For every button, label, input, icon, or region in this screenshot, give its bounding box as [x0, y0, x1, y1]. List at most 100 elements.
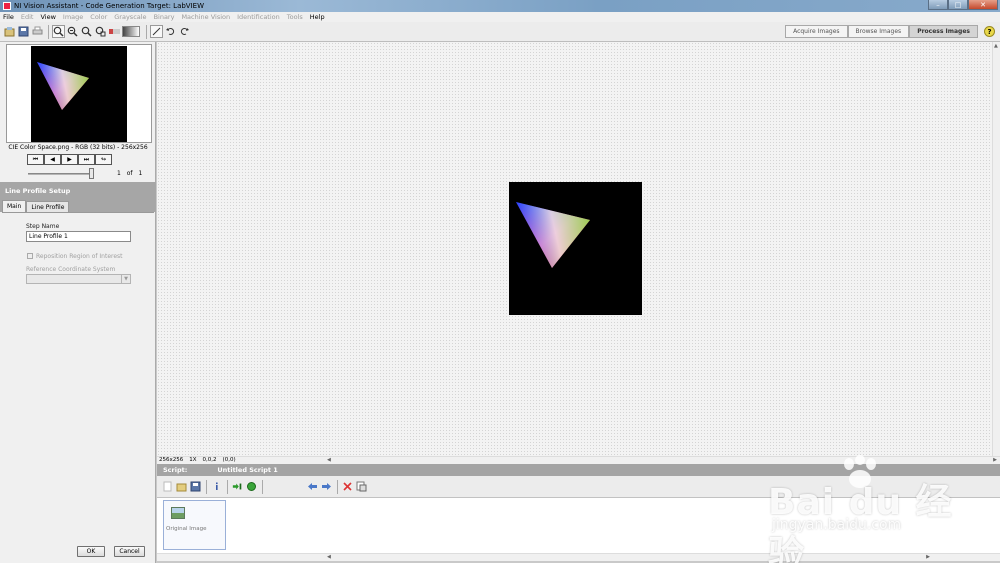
last-icon: ⏭ — [83, 155, 90, 163]
delete-step-icon[interactable] — [341, 480, 354, 493]
run-batch-icon[interactable] — [245, 480, 258, 493]
image-viewer[interactable]: ▲ — [157, 42, 1000, 456]
menu-view[interactable]: View — [40, 13, 55, 21]
image-slider-thumb[interactable] — [89, 168, 94, 179]
tab-acquire-images[interactable]: Acquire Images — [785, 25, 848, 38]
status-zoom: 1X — [189, 457, 197, 463]
previous-icon: ◀ — [50, 156, 55, 163]
ok-button[interactable]: OK — [77, 546, 105, 557]
cancel-button[interactable]: Cancel — [114, 546, 145, 557]
scroll-up-icon[interactable]: ▲ — [994, 43, 998, 49]
status-size: 256x256 — [159, 457, 184, 463]
move-step-left-icon[interactable] — [306, 480, 319, 493]
menu-image[interactable]: Image — [63, 13, 83, 21]
palette-icon[interactable] — [108, 25, 121, 38]
setup-tabs: Main Line Profile — [2, 200, 70, 212]
next-icon: ▶ — [67, 156, 72, 163]
scroll-left-icon[interactable]: ◀ — [327, 457, 331, 463]
print-icon[interactable] — [31, 25, 44, 38]
zoom-window-icon[interactable] — [94, 25, 107, 38]
window-controls: – □ ✕ — [928, 0, 998, 10]
image-slider-track[interactable] — [28, 173, 94, 175]
image-total: 1 — [138, 170, 143, 177]
viewer-vertical-scrollbar[interactable]: ▲ — [992, 42, 1000, 456]
previous-image-button[interactable]: ◀ — [44, 154, 61, 165]
save-script-icon[interactable] — [189, 480, 202, 493]
tab-browse-images[interactable]: Browse Images — [847, 25, 910, 38]
first-image-button[interactable]: ⏮ — [27, 154, 44, 165]
menu-color[interactable]: Color — [90, 13, 107, 21]
ref-coord-label: Reference Coordinate System — [26, 266, 116, 273]
main-toolbar: Acquire Images Browse Images Process Ima… — [0, 22, 1000, 42]
line-tool-icon[interactable] — [150, 25, 163, 38]
script-name: Untitled Script 1 — [217, 466, 278, 474]
title-bar: NI Vision Assistant - Code Generation Ta… — [0, 0, 1000, 12]
next-image-button[interactable]: ▶ — [61, 154, 78, 165]
new-script-icon[interactable] — [161, 480, 174, 493]
watermark-url: jingyan.baidu.com — [772, 517, 902, 533]
image-icon — [171, 507, 185, 519]
status-coords: (0,0) — [222, 457, 236, 463]
setup-tab-body: Step Name Line Profile 1 Reposition Regi… — [2, 212, 154, 522]
script-label: Script: — [163, 466, 188, 474]
first-icon: ⏮ — [32, 155, 39, 163]
toolbar-separator — [337, 479, 338, 494]
redo-icon[interactable] — [178, 25, 191, 38]
last-image-button[interactable]: ⏭ — [78, 154, 95, 165]
save-image-icon[interactable] — [17, 25, 30, 38]
image-status-bar: 256x256 1X 0,0,2 (0,0) — [157, 456, 242, 464]
undo-icon[interactable] — [164, 25, 177, 38]
close-button[interactable]: ✕ — [968, 0, 998, 10]
grayscale-palette-icon[interactable] — [122, 26, 140, 37]
mode-tabs: Acquire Images Browse Images Process Ima… — [785, 25, 978, 38]
menu-edit[interactable]: Edit — [21, 13, 34, 21]
toolbar-separator — [262, 479, 263, 494]
menu-grayscale[interactable]: Grayscale — [114, 13, 146, 21]
info-icon[interactable] — [210, 480, 223, 493]
scroll-left-icon[interactable]: ◀ — [327, 554, 331, 560]
menu-binary[interactable]: Binary — [154, 13, 175, 21]
toolbar-separator — [206, 479, 207, 494]
script-properties-icon[interactable] — [355, 480, 368, 493]
toolbar-separator — [48, 24, 49, 39]
menu-bar: File Edit View Image Color Grayscale Bin… — [0, 12, 1000, 22]
image-current: 1 — [117, 170, 121, 177]
open-image-icon[interactable] — [3, 25, 16, 38]
menu-identification[interactable]: Identification — [237, 13, 280, 21]
menu-help[interactable]: Help — [310, 13, 325, 21]
image-of: of — [126, 170, 133, 177]
ref-coord-dropdown[interactable]: ▼ — [26, 274, 131, 284]
main-image[interactable] — [509, 182, 642, 315]
tab-process-images[interactable]: Process Images — [909, 25, 978, 38]
move-step-right-icon[interactable] — [320, 480, 333, 493]
image-navigator: ⏮ ◀ ▶ ⏭ ↬ — [27, 154, 112, 165]
help-icon[interactable]: ? — [984, 26, 995, 37]
zoom-in-icon[interactable] — [52, 25, 65, 38]
reposition-roi-checkbox[interactable] — [27, 253, 33, 259]
left-panel: CIE Color Space.png - RGB (32 bits) - 25… — [0, 42, 156, 563]
reposition-roi-label: Reposition Region of Interest — [36, 253, 123, 260]
step-name-input[interactable]: Line Profile 1 — [26, 231, 131, 242]
run-once-icon[interactable] — [231, 480, 244, 493]
image-counter: 1 of 1 — [117, 170, 146, 177]
script-step[interactable]: Original Image — [163, 500, 226, 550]
menu-tools[interactable]: Tools — [287, 13, 303, 21]
open-script-icon[interactable] — [175, 480, 188, 493]
loop-button[interactable]: ↬ — [95, 154, 112, 165]
zoom-fit-icon[interactable] — [80, 25, 93, 38]
minimize-button[interactable]: – — [928, 0, 948, 10]
status-pixel: 0,0,2 — [202, 457, 217, 463]
tab-main[interactable]: Main — [2, 200, 27, 212]
toolbar-separator — [227, 479, 228, 494]
tab-line-profile[interactable]: Line Profile — [26, 201, 70, 212]
thumbnail-frame — [6, 44, 152, 143]
menu-machine-vision[interactable]: Machine Vision — [181, 13, 230, 21]
thumbnail-image[interactable] — [31, 46, 127, 142]
step-label: Original Image — [166, 526, 207, 532]
scroll-right-icon[interactable]: ▶ — [993, 457, 997, 463]
menu-file[interactable]: File — [3, 13, 14, 21]
thumbnail-caption: CIE Color Space.png - RGB (32 bits) - 25… — [8, 144, 148, 151]
step-name-label: Step Name — [26, 223, 60, 230]
zoom-out-icon[interactable] — [66, 25, 79, 38]
maximize-button[interactable]: □ — [948, 0, 968, 10]
